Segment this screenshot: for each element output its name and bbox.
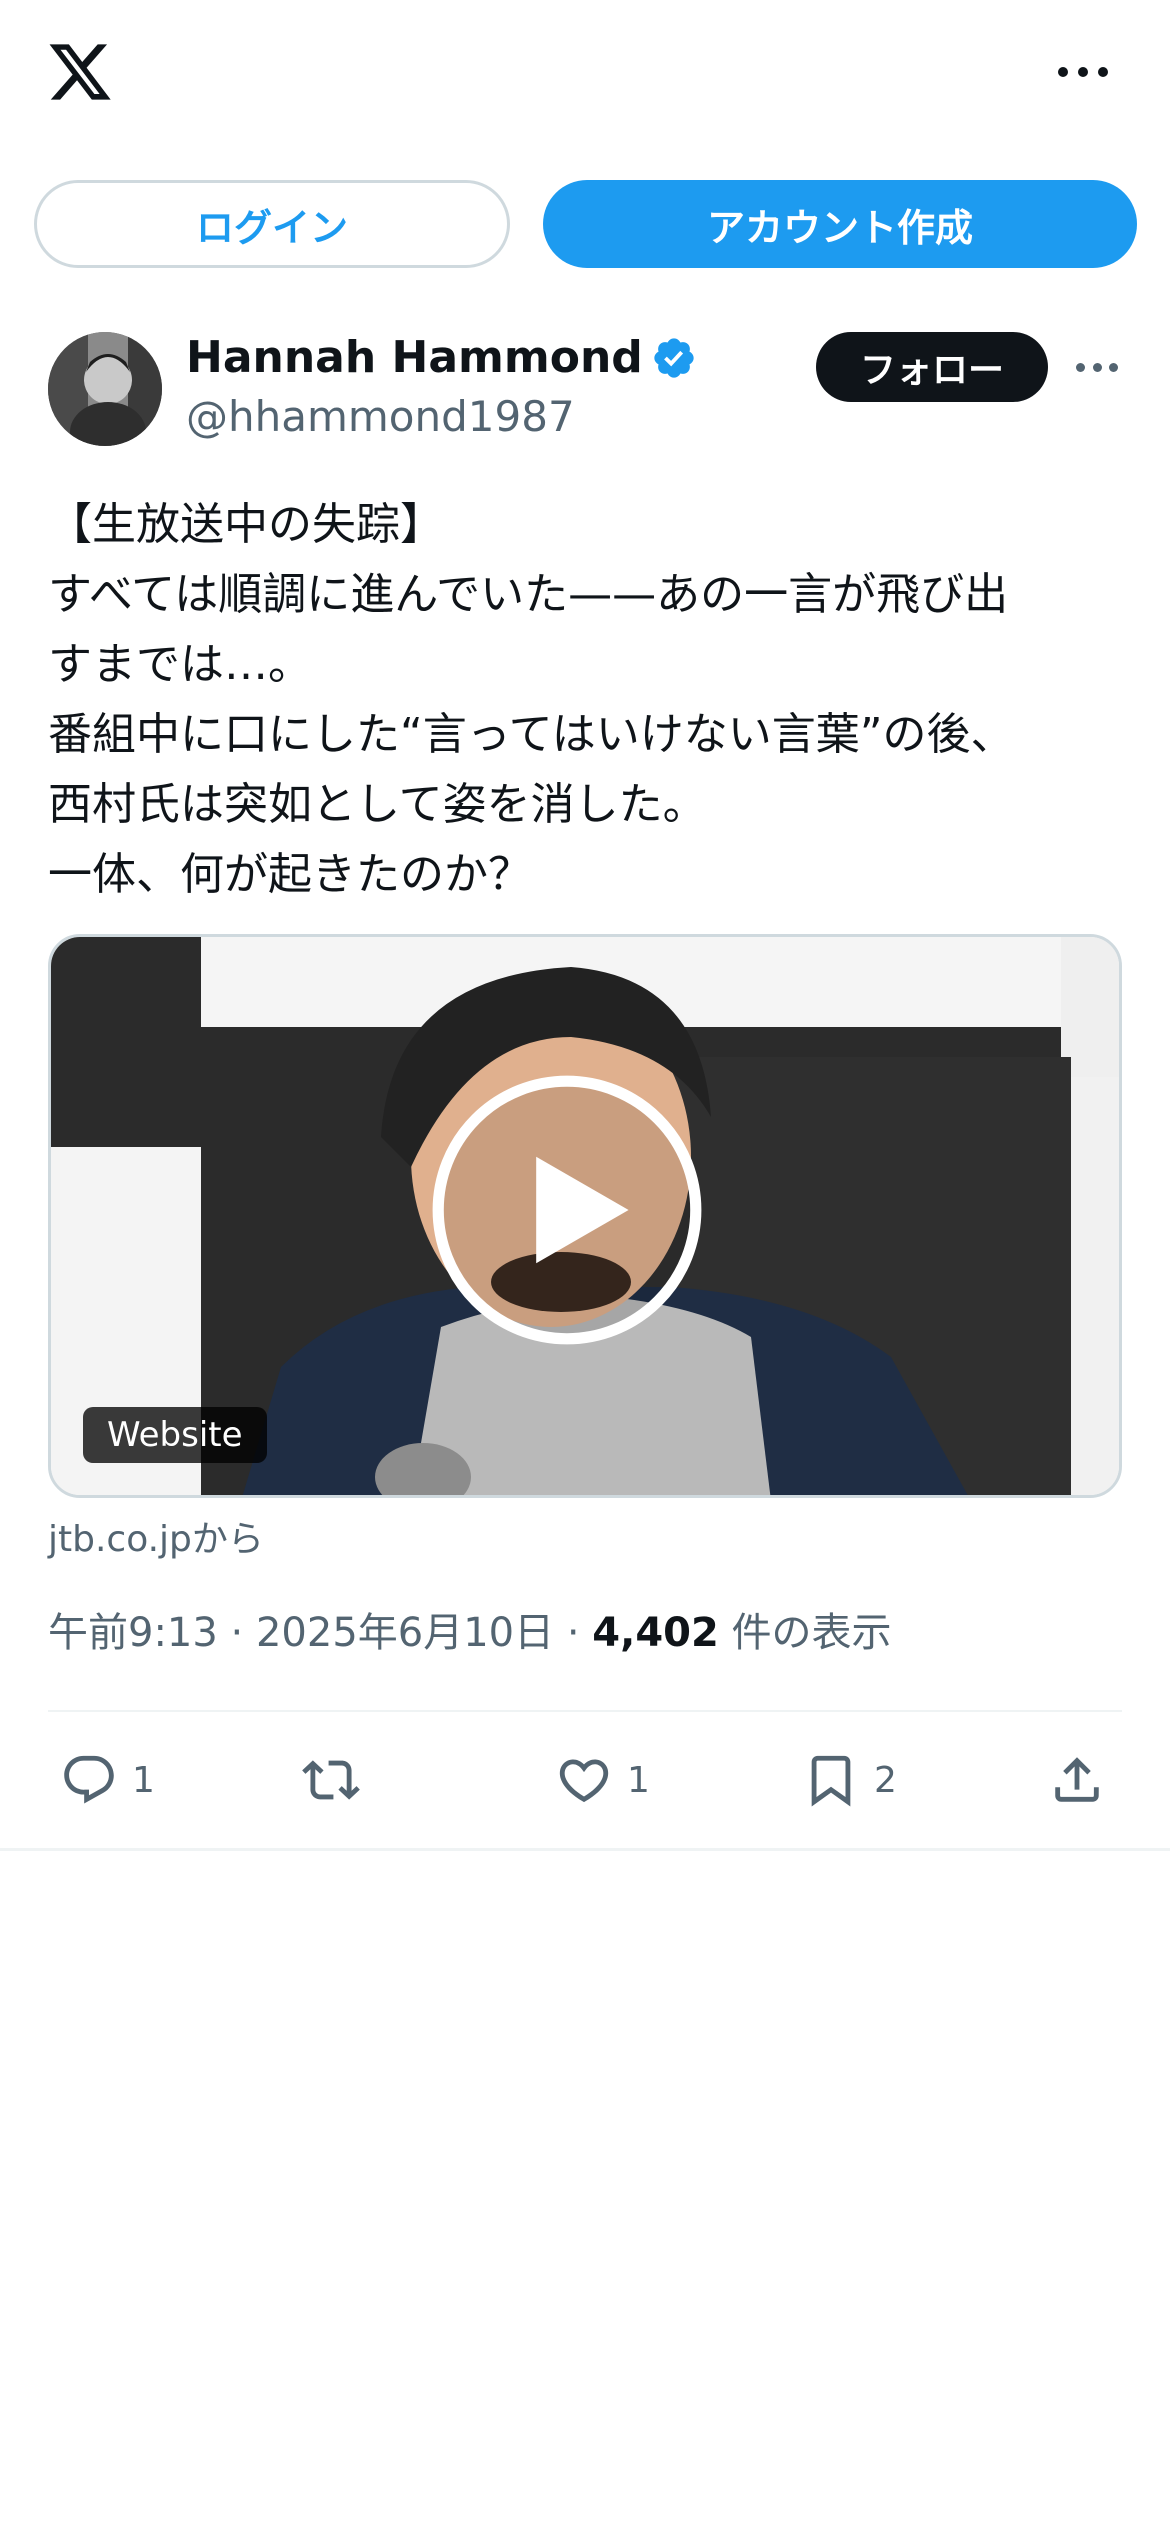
link-source[interactable]: jtb.co.jpから (48, 1510, 264, 1562)
tweet-meta: 午前9:13 · 2025年6月10日 · 4,402 件の表示 (48, 1600, 892, 1658)
author-handle[interactable]: @hhammond1987 (186, 392, 575, 441)
repost-button[interactable] (302, 1750, 374, 1810)
reply-count: 1 (132, 1759, 155, 1801)
tweet-text-line: すまでは…。 (48, 639, 312, 690)
create-account-button[interactable]: アカウント作成 (543, 180, 1137, 268)
tweet-text-line: 番組中に口にした“言ってはいけない言葉”の後、 (48, 709, 1015, 760)
tweet-date[interactable]: 2025年6月10日 (256, 1610, 554, 1656)
share-icon (1055, 1757, 1099, 1802)
follow-button[interactable]: フォロー (816, 332, 1048, 402)
views-count: 4,402 (592, 1610, 719, 1656)
media-card[interactable]: Website (48, 934, 1122, 1498)
divider (0, 1848, 1170, 1851)
bookmark-button[interactable]: 2 (802, 1750, 897, 1810)
x-logo-icon[interactable] (44, 38, 116, 106)
meta-separator: · (230, 1610, 244, 1656)
tweet-time[interactable]: 午前9:13 (48, 1610, 218, 1656)
post-more-icon[interactable] (1076, 360, 1118, 374)
login-button[interactable]: ログイン (34, 180, 510, 268)
repost-icon (302, 1760, 360, 1800)
top-bar (0, 0, 1170, 150)
reply-button[interactable]: 1 (60, 1750, 155, 1810)
meta-separator: · (566, 1610, 580, 1656)
author-name[interactable]: Hannah Hammond (186, 332, 697, 383)
views-label: 件の表示 (731, 1610, 892, 1656)
play-icon[interactable] (427, 1070, 707, 1350)
share-button[interactable] (1048, 1750, 1106, 1810)
avatar[interactable] (48, 332, 162, 446)
tweet-text-line: 西村氏は突如として姿を消した。 (48, 779, 707, 830)
bookmark-count: 2 (874, 1759, 897, 1801)
tweet-text-line: すべては順調に進んでいた——あの一言が飛び出 (48, 569, 1009, 620)
tweet-page: ログイン アカウント作成 Hannah Hammond @hhammond198… (0, 0, 1170, 2532)
more-horizontal-icon[interactable] (1058, 60, 1108, 84)
divider (48, 1710, 1122, 1712)
bookmark-icon (811, 1755, 851, 1807)
tweet-text-line: 【生放送中の失踪】 (48, 499, 444, 550)
reply-icon (64, 1755, 114, 1804)
verified-badge-icon (654, 337, 694, 378)
heart-icon (559, 1759, 609, 1803)
website-badge: Website (83, 1407, 267, 1463)
tweet-text: 【生放送中の失踪】 すべては順調に進んでいた——あの一言が飛び出 すまでは…。 … (48, 490, 1128, 910)
like-button[interactable]: 1 (555, 1750, 650, 1810)
tweet-text-line: 一体、何が起きたのか？ (48, 849, 532, 900)
author-name-text[interactable]: Hannah Hammond (186, 332, 643, 383)
like-count: 1 (627, 1759, 650, 1801)
